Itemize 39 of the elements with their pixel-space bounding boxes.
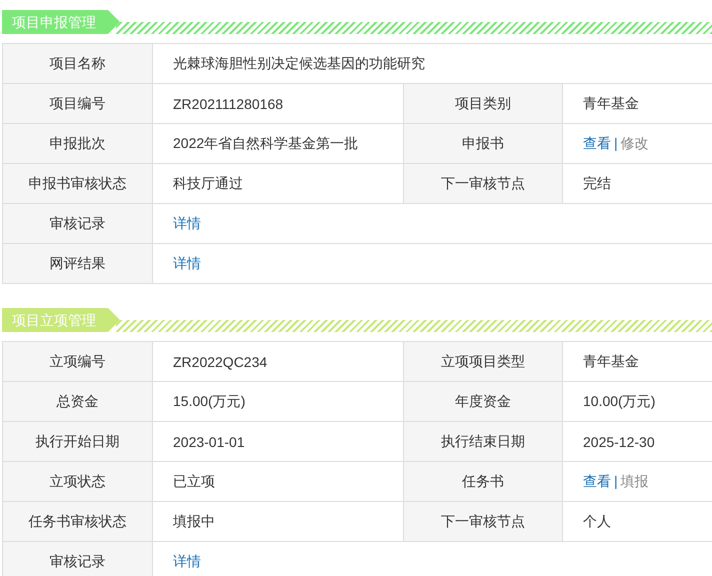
field-label: 立项项目类型	[404, 342, 562, 382]
field-label: 立项状态	[2, 462, 152, 502]
field-label: 项目类别	[404, 84, 562, 124]
field-value: 2023-01-01	[152, 422, 404, 462]
field-label: 审核记录	[2, 204, 152, 244]
field-value: 2022年省自然科学基金第一批	[152, 124, 404, 164]
field-label: 执行开始日期	[2, 422, 152, 462]
link[interactable]: 详情	[173, 552, 201, 568]
field-value: ZR2022QC234	[152, 342, 404, 382]
separator: |	[613, 472, 619, 488]
field-value: 已立项	[152, 462, 404, 502]
field-label: 任务书审核状态	[2, 502, 152, 542]
field-value: 科技厅通过	[152, 164, 404, 204]
section-title: 项目立项管理	[2, 308, 120, 332]
field-value: ZR202111280168	[152, 84, 404, 124]
field-label: 执行结束日期	[404, 422, 562, 462]
link[interactable]: 查看	[583, 134, 611, 150]
field-value: 青年基金	[562, 342, 712, 382]
field-value: 填报中	[152, 502, 404, 542]
field-label: 立项编号	[2, 342, 152, 382]
field-label: 申报书审核状态	[2, 164, 152, 204]
field-label: 申报批次	[2, 124, 152, 164]
field-label: 总资金	[2, 382, 152, 422]
link[interactable]: 详情	[173, 214, 201, 230]
field-label: 下一审核节点	[404, 164, 562, 204]
field-label: 项目名称	[2, 44, 152, 84]
field-label: 下一审核节点	[404, 502, 562, 542]
field-label: 审核记录	[2, 542, 152, 576]
field-label: 项目编号	[2, 84, 152, 124]
separator: |	[613, 134, 619, 150]
link[interactable]: 详情	[173, 254, 201, 270]
link[interactable]: 查看	[583, 472, 611, 488]
field-label: 年度资金	[404, 382, 562, 422]
field-label: 申报书	[404, 124, 562, 164]
field-label: 网评结果	[2, 244, 152, 284]
field-value: 15.00(万元)	[152, 382, 404, 422]
section-title: 项目申报管理	[2, 10, 120, 34]
field-value: 光棘球海胆性别决定候选基因的功能研究	[152, 44, 712, 84]
field-label: 任务书	[404, 462, 562, 502]
